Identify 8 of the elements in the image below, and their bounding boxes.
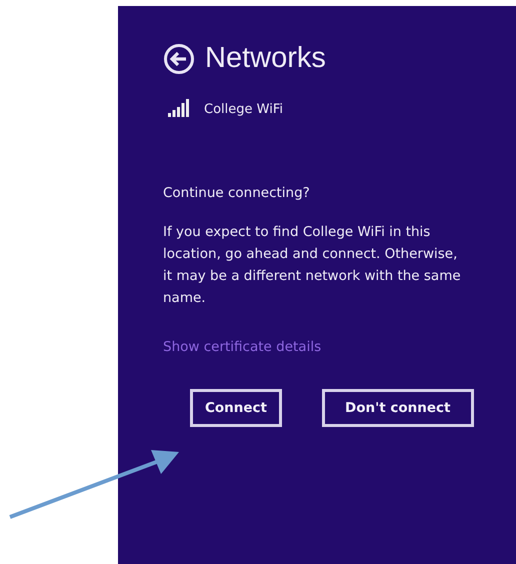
dont-connect-button[interactable]: Don't connect [322,389,474,427]
certificate-link[interactable]: Show certificate details [163,339,322,355]
prompt-message: If you expect to find College WiFi in this location, go ahead and connect. Otherwise, it may be a different network with the same name. [163,223,462,308]
panel-title: Networks [205,42,326,75]
prompt-heading: Continue connecting? [163,185,311,201]
connect-button[interactable]: Connect [190,389,282,427]
network-name[interactable]: College WiFi [204,102,283,117]
signal-strength-icon [168,99,190,117]
